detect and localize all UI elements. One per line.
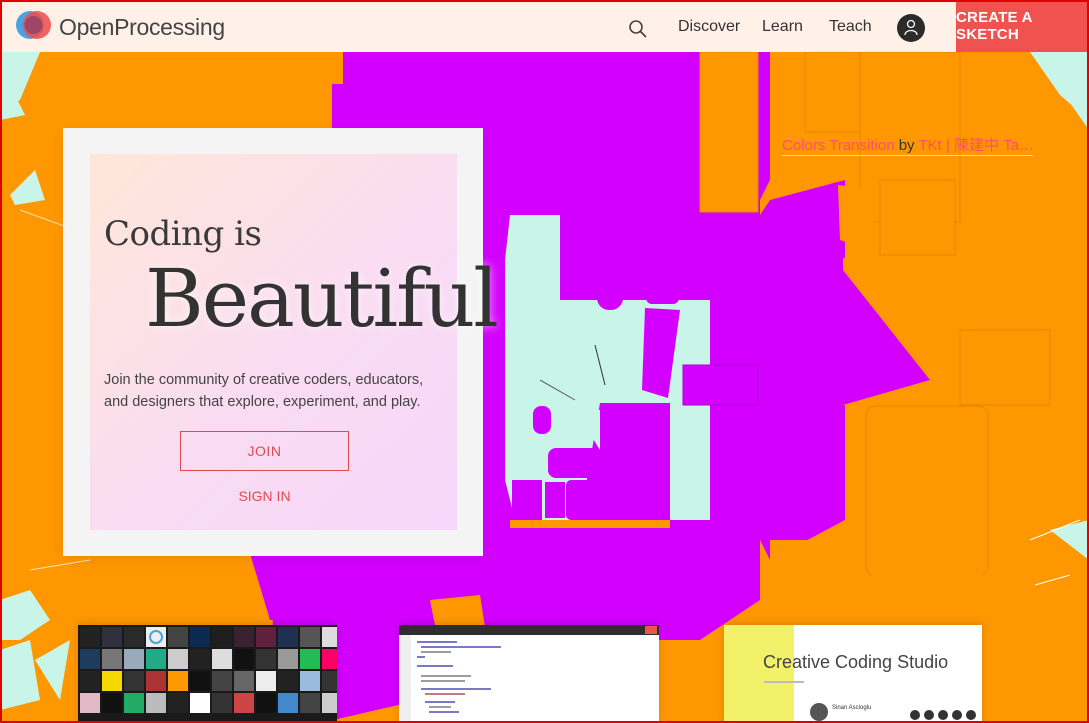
sketch-credit: Colors Transition by TKt | 陳建中 Ta…: [782, 134, 1033, 156]
preview-sketch-gallery[interactable]: [78, 625, 337, 723]
preview-studio-page[interactable]: Creative Coding Studio Sinan Ascioglu: [724, 625, 982, 723]
studio-title: Creative Coding Studio: [763, 652, 949, 672]
sketch-author-link[interactable]: TKt | 陳建中 Ta…: [918, 137, 1033, 154]
studio-dot: [924, 710, 934, 720]
studio-dot: [938, 710, 948, 720]
create-sketch-button[interactable]: CREATE A SKETCH: [956, 0, 1089, 52]
gallery-thumbnail-grid: [78, 625, 337, 723]
studio-subtitle-line: [764, 681, 804, 683]
credit-by-text: by: [898, 137, 915, 154]
hero-heading-small: Coding is: [104, 214, 262, 254]
hero-heading-large: Beautiful: [145, 252, 499, 345]
openprocessing-logo-icon[interactable]: [15, 9, 53, 41]
search-icon[interactable]: [628, 19, 648, 39]
studio-avatar: [810, 703, 828, 721]
preview-code-editor[interactable]: [399, 625, 659, 723]
studio-person-name: Sinan Ascioglu: [832, 705, 872, 711]
user-icon: [904, 19, 918, 36]
nav-teach-link[interactable]: Teach: [829, 18, 872, 36]
hero-card: Coding is Beautiful Join the community o…: [63, 128, 499, 556]
editor-code-lines: [417, 641, 501, 713]
studio-accent-panel: [724, 625, 794, 723]
nav-discover-link[interactable]: Discover: [678, 18, 740, 36]
site-header: OpenProcessing Discover Learn Teach CREA…: [0, 0, 1089, 52]
studio-dot: [966, 710, 976, 720]
sketch-title-link[interactable]: Colors Transition: [782, 137, 895, 154]
studio-dot: [952, 710, 962, 720]
studio-dot: [910, 710, 920, 720]
join-button[interactable]: JOIN: [180, 431, 349, 471]
nav-learn-link[interactable]: Learn: [762, 18, 803, 36]
brand-name[interactable]: OpenProcessing: [59, 14, 225, 41]
sign-in-link[interactable]: SIGN IN: [180, 488, 349, 504]
hero-description: Join the community of creative coders, e…: [104, 372, 424, 410]
user-menu-button[interactable]: [897, 14, 925, 42]
